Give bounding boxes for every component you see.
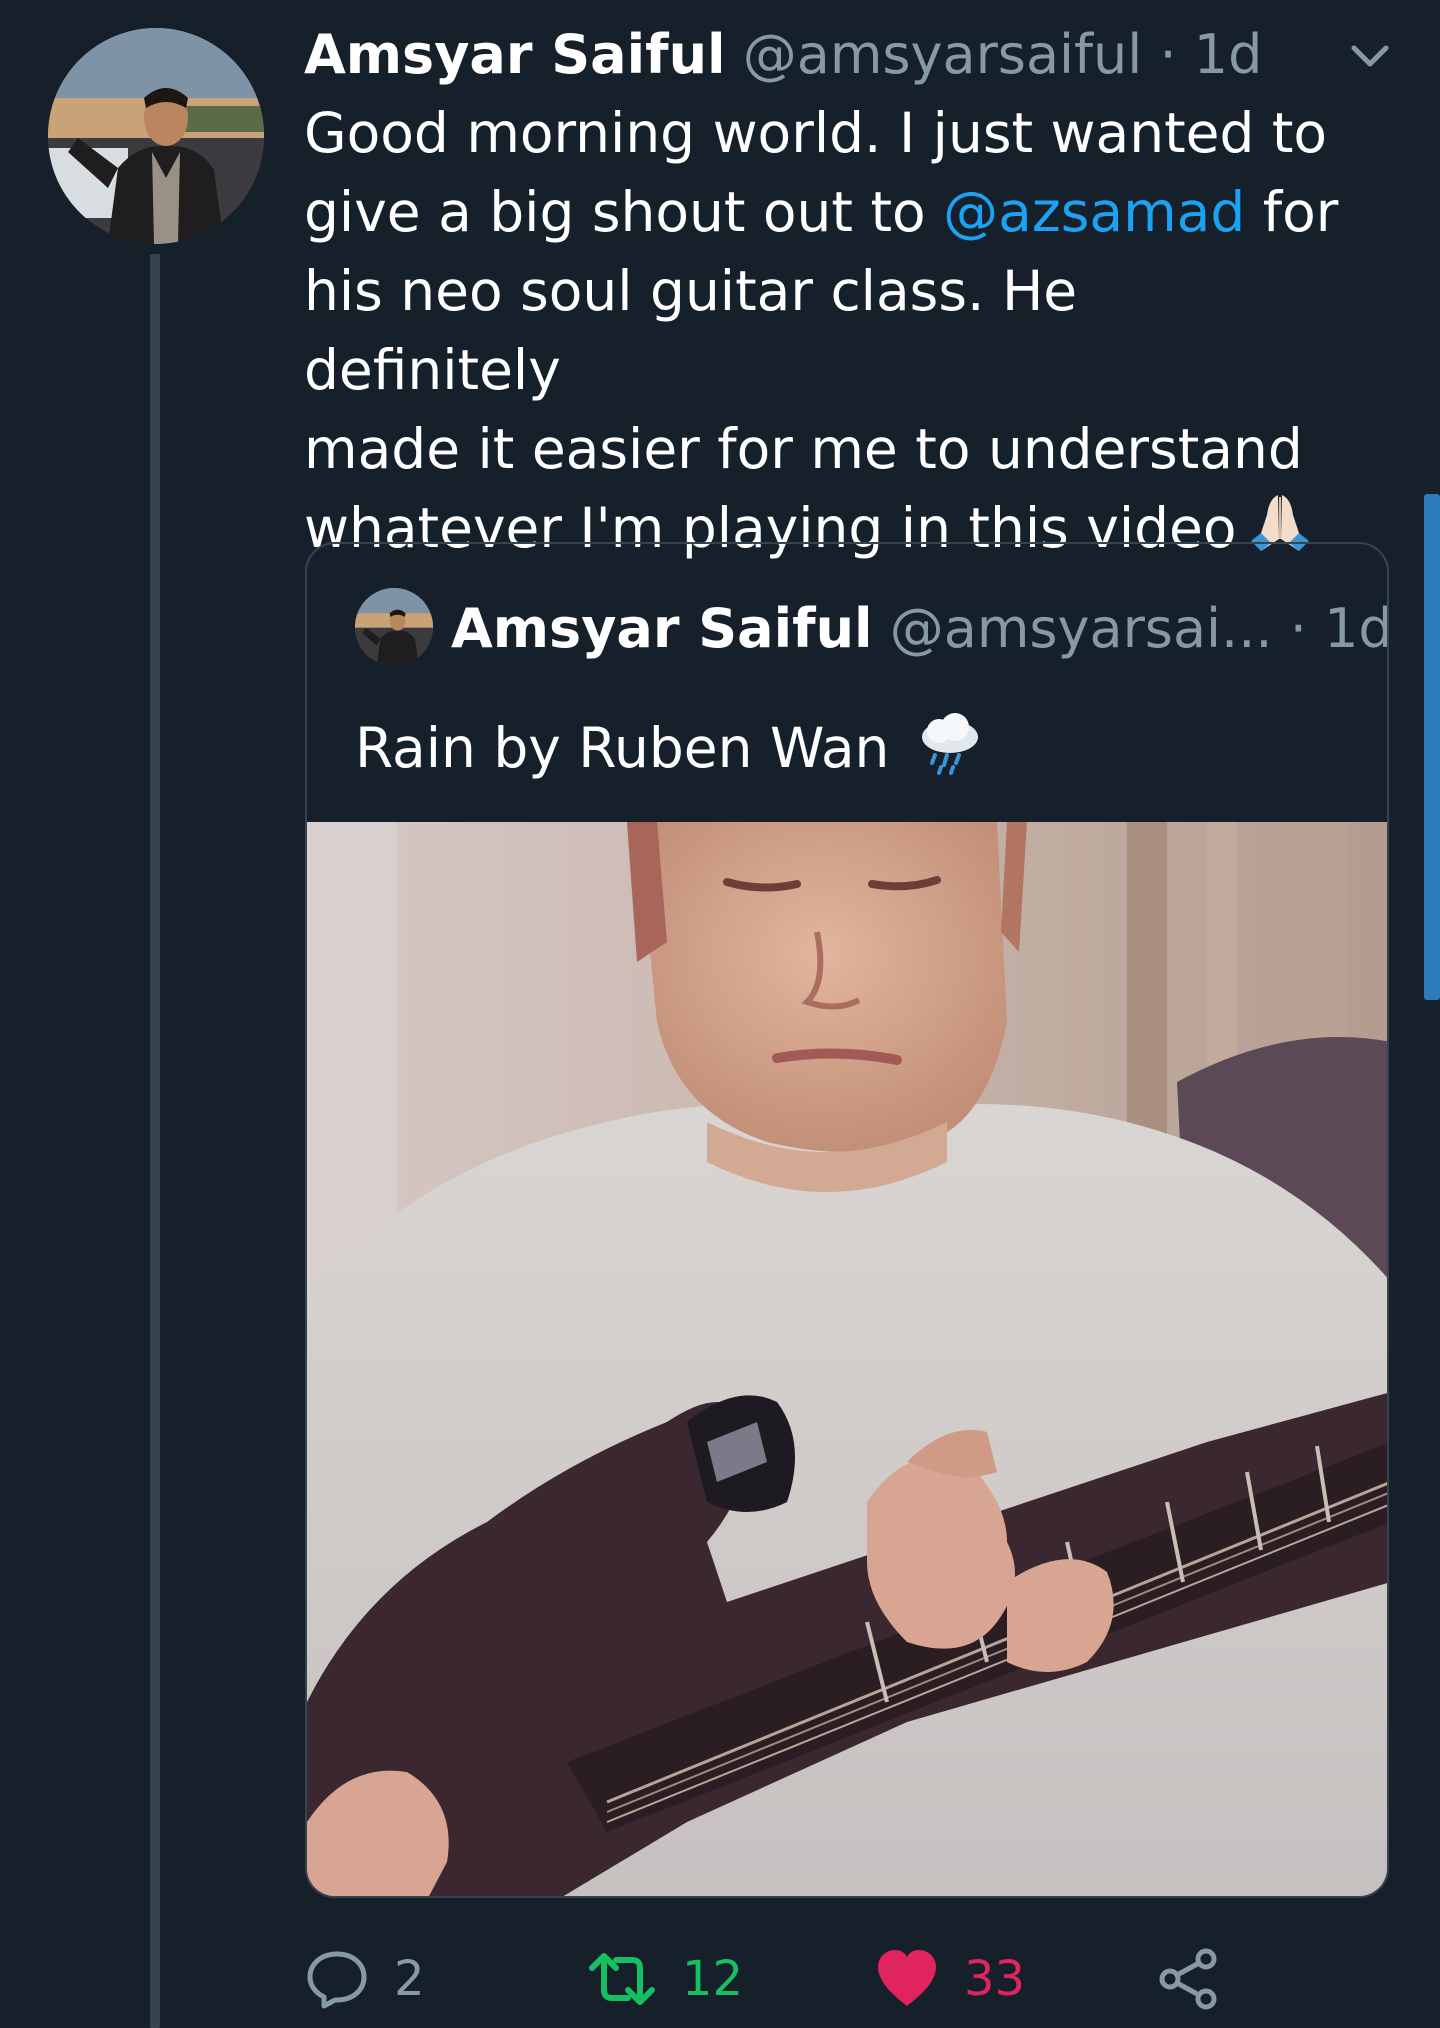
avatar-photo bbox=[48, 28, 264, 244]
tweet-text-line: give a big shout out to @azsamad for bbox=[304, 173, 1344, 252]
author-handle[interactable]: @amsyarsaiful bbox=[743, 23, 1143, 86]
tweet-actions: 2 12 33 bbox=[304, 1944, 1304, 2014]
avatar-photo bbox=[355, 588, 433, 666]
like-count: 33 bbox=[964, 1951, 1026, 2007]
tweet-text-line: Good morning world. I just wanted to bbox=[304, 101, 1328, 165]
tweet-text-segment: give a big shout out to bbox=[304, 180, 944, 244]
retweet-count: 12 bbox=[682, 1951, 744, 2007]
video-thumbnail-image bbox=[307, 822, 1387, 1896]
author-name[interactable]: Amsyar Saiful bbox=[304, 23, 726, 86]
reply-button[interactable]: 2 bbox=[304, 1944, 425, 2014]
reply-icon bbox=[304, 1946, 370, 2012]
quoted-tweet-text-content: Rain by Ruben Wan bbox=[355, 716, 890, 780]
chevron-down-icon[interactable] bbox=[1340, 36, 1400, 80]
quoted-tweet-timestamp: 1d bbox=[1324, 597, 1389, 660]
quoted-tweet-header: Amsyar Saiful @amsyarsai... · 1d bbox=[451, 594, 1387, 664]
quoted-tweet-text: Rain by Ruben Wan bbox=[355, 708, 1355, 788]
like-button[interactable]: 33 bbox=[874, 1944, 1025, 2014]
tweet-timestamp[interactable]: 1d bbox=[1194, 23, 1263, 86]
tweet-text-line: made it easier for me to understand bbox=[304, 417, 1303, 481]
thread-line bbox=[150, 254, 160, 2028]
header-separator: · bbox=[1159, 23, 1177, 86]
tweet-header: Amsyar Saiful @amsyarsaiful · 1d bbox=[304, 20, 1304, 90]
author-avatar[interactable] bbox=[48, 28, 264, 244]
quoted-author-handle: @amsyarsai... bbox=[889, 597, 1273, 660]
header-separator: · bbox=[1289, 597, 1307, 660]
retweet-button[interactable]: 12 bbox=[586, 1944, 743, 2014]
tweet-text: Good morning world. I just wanted to giv… bbox=[304, 94, 1344, 568]
reply-count: 2 bbox=[394, 1951, 425, 2007]
share-icon bbox=[1156, 1946, 1222, 2012]
scrollbar[interactable] bbox=[1424, 494, 1440, 1000]
tweet-text-line: his neo soul guitar class. He definitely bbox=[304, 259, 1078, 402]
quoted-author-avatar bbox=[355, 588, 433, 666]
share-button[interactable] bbox=[1156, 1944, 1222, 2014]
mention-link[interactable]: @azsamad bbox=[943, 180, 1245, 244]
heart-icon bbox=[874, 1946, 940, 2012]
cloud-with-rain-emoji bbox=[915, 709, 985, 779]
retweet-icon bbox=[586, 1946, 658, 2012]
tweet-text-segment: for bbox=[1245, 180, 1339, 244]
video-thumbnail[interactable] bbox=[307, 822, 1387, 1896]
quoted-author-name: Amsyar Saiful bbox=[451, 597, 873, 660]
quoted-tweet-card[interactable]: Amsyar Saiful @amsyarsai... · 1d Rain by… bbox=[305, 542, 1389, 1898]
